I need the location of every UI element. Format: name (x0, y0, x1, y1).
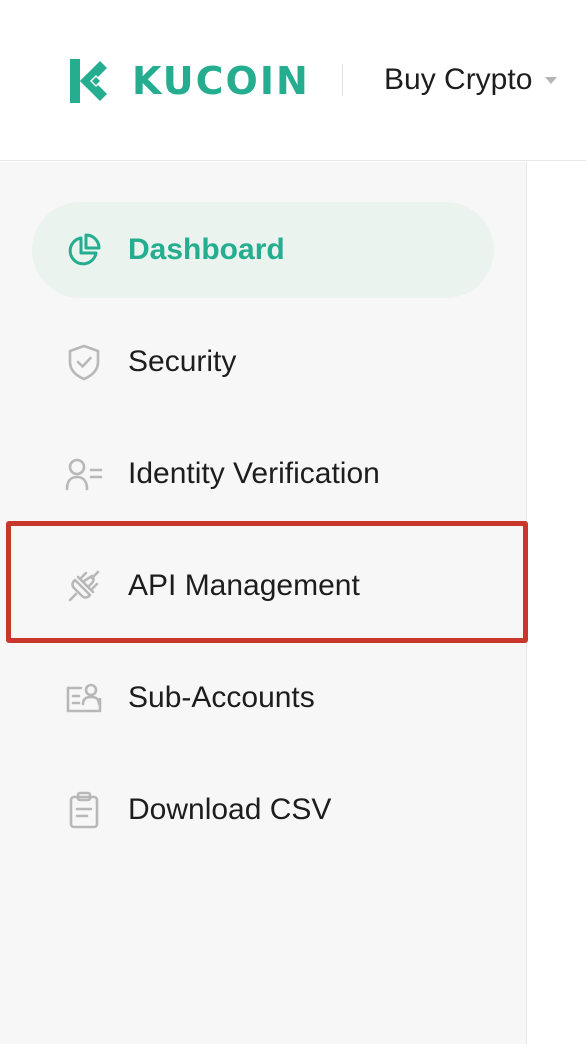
sidebar-item-dashboard[interactable]: Dashboard (32, 202, 494, 298)
clipboard-icon (64, 790, 104, 830)
user-id-icon (64, 454, 104, 494)
chevron-down-icon (545, 76, 558, 84)
sidebar-item-label: Download CSV (128, 793, 332, 826)
kucoin-logo-icon (70, 59, 107, 103)
header-divider (342, 64, 343, 96)
plug-icon (64, 566, 104, 606)
sidebar-item-download-csv[interactable]: Download CSV (32, 762, 494, 858)
account-sidebar: Dashboard Security Identity Verification (0, 162, 527, 1044)
sidebar-item-security[interactable]: Security (32, 314, 494, 410)
sidebar-item-label: Dashboard (128, 233, 285, 266)
brand-name: KUCOIN (132, 59, 310, 103)
sidebar-item-label: Identity Verification (128, 457, 380, 490)
sidebar-item-sub-accounts[interactable]: Sub-Accounts (32, 650, 494, 746)
sidebar-item-label: Security (128, 345, 237, 378)
buy-crypto-label: Buy Crypto (384, 63, 533, 96)
shield-icon (64, 342, 104, 382)
pie-chart-icon (64, 230, 104, 270)
sidebar-item-identity-verification[interactable]: Identity Verification (32, 426, 494, 522)
sidebar-item-label: Sub-Accounts (128, 681, 315, 714)
buy-crypto-menu[interactable]: Buy Crypto (384, 58, 558, 102)
sidebar-item-label: API Management (128, 569, 360, 602)
kucoin-logo[interactable]: KUCOIN (66, 54, 310, 108)
sub-accounts-icon (64, 678, 104, 718)
top-header: KUCOIN Buy Crypto (0, 0, 586, 161)
sidebar-item-api-management[interactable]: API Management (32, 538, 494, 634)
